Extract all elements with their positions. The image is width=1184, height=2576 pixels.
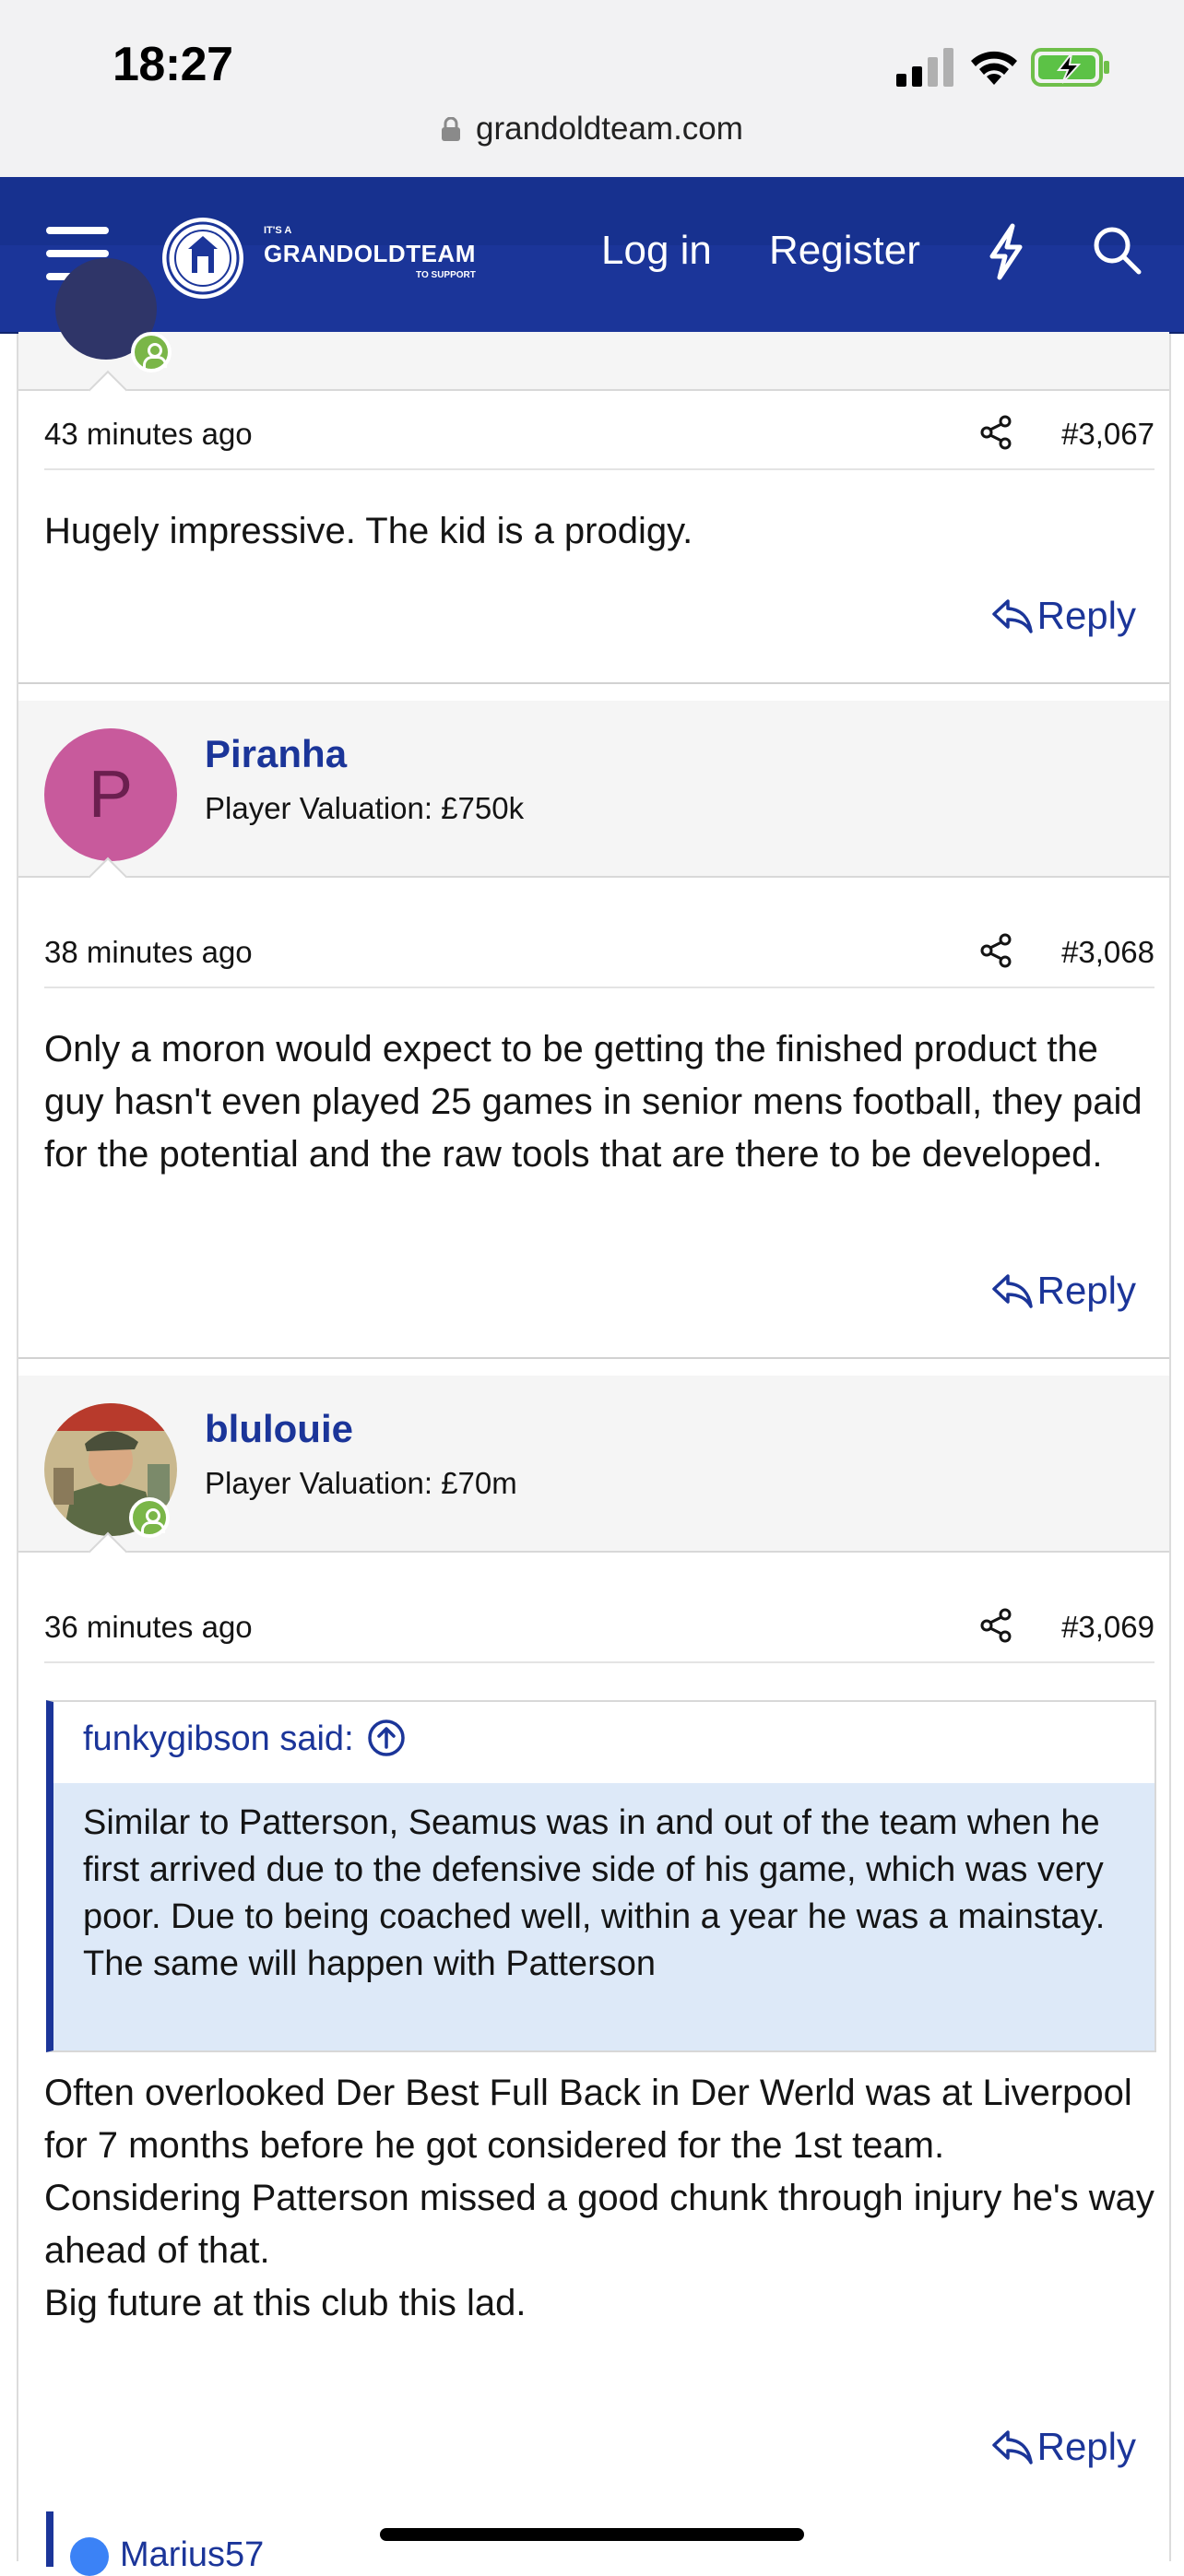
- reply-icon: [991, 599, 1033, 633]
- clock: 18:27: [112, 38, 233, 91]
- lock-icon: [442, 117, 461, 141]
- reply-label: Reply: [1036, 594, 1136, 637]
- username[interactable]: blulouie: [205, 1407, 353, 1451]
- share-icon[interactable]: [979, 415, 1012, 450]
- quote-block: funkygibson said: Similar to Patterson, …: [46, 1700, 1156, 2052]
- post-meta: 38 minutes ago #3,068: [44, 909, 1154, 988]
- post-body-line: Big future at this club this lad.: [44, 2283, 527, 2323]
- post-time[interactable]: 38 minutes ago: [44, 935, 253, 970]
- register-link[interactable]: Register: [769, 228, 920, 274]
- post-number[interactable]: #3,067: [1061, 417, 1154, 452]
- reply-button[interactable]: Reply: [991, 2425, 1136, 2469]
- whats-new-bolt-icon[interactable]: [985, 223, 1027, 280]
- post-time[interactable]: 43 minutes ago: [44, 417, 253, 452]
- battery-charging-icon: [1031, 48, 1109, 87]
- user-title: Player Valuation: £70m: [205, 1466, 517, 1500]
- url-text: grandoldteam.com: [476, 111, 743, 147]
- user-title: Player Valuation: £750k: [205, 791, 525, 825]
- online-status-icon: [129, 1497, 170, 1538]
- thread-posts: 43 minutes ago #3,067 Hugely impressive.…: [17, 258, 1171, 2576]
- reply-button[interactable]: Reply: [991, 594, 1136, 638]
- reply-button[interactable]: Reply: [991, 1269, 1136, 1313]
- home-indicator[interactable]: [380, 2528, 804, 2541]
- wifi-icon: [971, 51, 1017, 85]
- post-body: Only a moron would expect to be getting …: [44, 1029, 1143, 1175]
- reply-icon: [991, 2430, 1033, 2464]
- post-user-bar: P Piranha Player Valuation: £750k: [18, 701, 1169, 897]
- login-link[interactable]: Log in: [601, 228, 712, 274]
- online-status-icon: [131, 332, 172, 372]
- arrow-up-circle-icon[interactable]: [367, 1719, 406, 1757]
- post-time[interactable]: 36 minutes ago: [44, 1610, 253, 1645]
- quote-author-link[interactable]: Marius57: [120, 2535, 264, 2575]
- post-body: Often overlooked Der Best Full Back in D…: [44, 2067, 1154, 2330]
- username[interactable]: Piranha: [205, 732, 347, 776]
- site-logo[interactable]: IT'S A GRANDOLDTEAM TO SUPPORT: [264, 225, 476, 280]
- share-icon[interactable]: [979, 933, 1012, 968]
- post-meta: 36 minutes ago #3,069: [44, 1584, 1154, 1663]
- like-icon: [70, 2537, 109, 2576]
- cellular-signal-icon: [896, 48, 953, 87]
- post-meta: 43 minutes ago #3,067: [44, 391, 1154, 470]
- status-bar: 18:27 grandoldteam.com: [0, 0, 1184, 177]
- post-user-bar: [18, 258, 1169, 410]
- post-body-line: Considering Patterson missed a good chun…: [44, 2178, 1154, 2271]
- reply-icon: [991, 1274, 1033, 1308]
- quote-text: Similar to Patterson, Seamus was in and …: [53, 1783, 1154, 2050]
- reply-label: Reply: [1036, 2425, 1136, 2468]
- avatar[interactable]: P: [44, 728, 177, 861]
- site-header: IT'S A GRANDOLDTEAM TO SUPPORT Log in Re…: [0, 177, 1184, 334]
- post-number[interactable]: #3,069: [1061, 1610, 1154, 1645]
- url-bar[interactable]: grandoldteam.com: [0, 111, 1184, 148]
- club-crest-icon[interactable]: [160, 216, 245, 301]
- post-number[interactable]: #3,068: [1061, 935, 1154, 970]
- share-icon[interactable]: [979, 1608, 1012, 1643]
- search-icon[interactable]: [1092, 225, 1142, 275]
- reply-label: Reply: [1036, 1269, 1136, 1312]
- post-body-line: Often overlooked Der Best Full Back in D…: [44, 2073, 1132, 2166]
- quote-author-link[interactable]: funkygibson said:: [83, 1719, 406, 1759]
- post-user-bar: blulouie Player Valuation: £70m: [18, 1376, 1169, 1572]
- post-body: Hugely impressive. The kid is a prodigy.: [44, 511, 693, 551]
